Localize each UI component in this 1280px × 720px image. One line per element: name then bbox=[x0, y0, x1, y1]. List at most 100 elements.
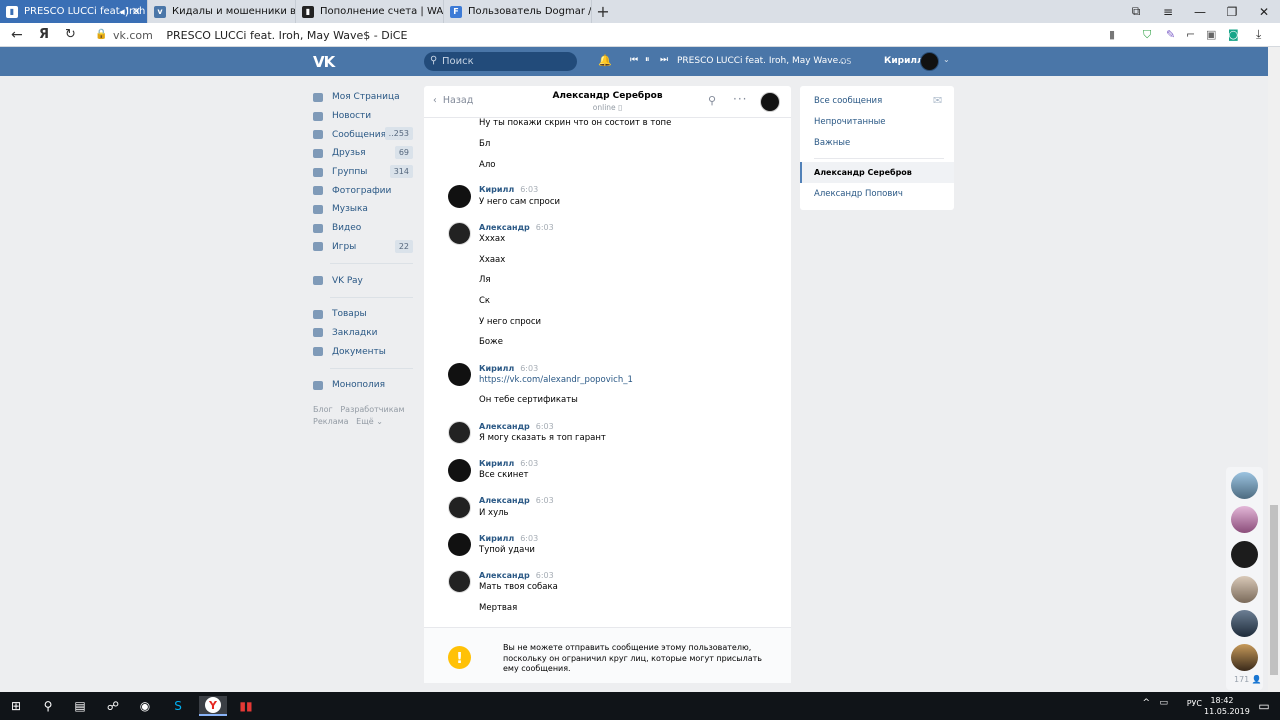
message-link[interactable]: https://vk.com/alexandr_popovich_1 bbox=[479, 375, 633, 385]
music-chart-icon[interactable]: ▮▮ bbox=[232, 696, 260, 716]
yandex-icon[interactable]: Я bbox=[39, 27, 49, 42]
menu-item-groups[interactable]: Группы 314 bbox=[313, 163, 423, 182]
chevron-up-icon[interactable]: ^ bbox=[1142, 698, 1150, 709]
footer-link-ads[interactable]: Реклама bbox=[313, 417, 349, 426]
filter-all-messages[interactable]: Все сообщения bbox=[814, 96, 882, 106]
friend-avatar[interactable] bbox=[1231, 576, 1258, 603]
skype-icon[interactable]: S bbox=[166, 696, 190, 716]
filter-unread[interactable]: Непрочитанные bbox=[814, 117, 886, 127]
footer-link-developers[interactable]: Разработчикам bbox=[340, 405, 404, 414]
reload-icon[interactable]: ↻ bbox=[65, 27, 76, 42]
prev-track-icon[interactable]: ⏮ bbox=[630, 55, 638, 65]
menu-item-music[interactable]: Музыка bbox=[313, 200, 423, 219]
menu-icon[interactable]: ≡ bbox=[1152, 0, 1184, 23]
windows-start-icon[interactable]: ⊞ bbox=[4, 696, 28, 716]
user-name[interactable]: Кирилл bbox=[884, 56, 924, 66]
yandex-browser-icon[interactable]: Y bbox=[199, 696, 227, 716]
menu-item-video[interactable]: Видео bbox=[313, 219, 423, 238]
menu-item-messages[interactable]: Сообщения ..253 bbox=[313, 125, 423, 144]
friend-avatar[interactable] bbox=[1231, 506, 1258, 533]
pause-icon[interactable]: ⏸ bbox=[645, 55, 650, 65]
url-field[interactable]: vk.com PRESCO LUCCi feat. Iroh, May Wave… bbox=[113, 29, 407, 42]
message-author[interactable]: Александр 6:03 bbox=[479, 496, 554, 505]
menu-item-my-page[interactable]: Моя Страница bbox=[313, 88, 423, 107]
task-view-icon[interactable]: ▤ bbox=[68, 696, 92, 716]
avatar[interactable] bbox=[448, 421, 471, 444]
extension-icon[interactable]: ▣ bbox=[1206, 28, 1216, 41]
steam-icon[interactable]: ◉ bbox=[133, 696, 157, 716]
scrollbar-thumb[interactable] bbox=[1270, 505, 1278, 675]
download-icon[interactable]: ⤓ bbox=[1256, 27, 1261, 42]
search-icon[interactable]: ⚲ bbox=[708, 94, 716, 107]
bookmark-icon[interactable]: ▮ bbox=[1109, 28, 1115, 41]
message-author[interactable]: Кирилл 6:03 bbox=[479, 185, 538, 194]
menu-item-bookmarks[interactable]: Закладки bbox=[313, 324, 423, 343]
menu-item-news[interactable]: Новости bbox=[313, 107, 423, 126]
shield-icon[interactable]: ⛉ bbox=[1143, 28, 1151, 42]
browser-tab-3[interactable]: ▮ Пополнение счета | WARF bbox=[296, 0, 444, 23]
extension-icon[interactable]: ⌐ bbox=[1186, 28, 1195, 41]
message-author[interactable]: Александр 6:03 bbox=[479, 571, 554, 580]
close-window-icon[interactable]: ✕ bbox=[1248, 0, 1280, 23]
filter-important[interactable]: Важные bbox=[814, 138, 850, 148]
clock[interactable]: 18:42 11.05.2019 bbox=[1204, 695, 1250, 717]
notification-icon[interactable]: ▭ bbox=[1252, 696, 1276, 716]
vk-logo[interactable]: VK bbox=[313, 53, 335, 71]
message-author[interactable]: Александр 6:03 bbox=[479, 223, 554, 232]
restore-icon[interactable]: ❐ bbox=[1216, 0, 1248, 23]
message-author[interactable]: Александр 6:03 bbox=[479, 422, 554, 431]
menu-item-games[interactable]: Игры 22 bbox=[313, 238, 423, 257]
back-arrow-icon[interactable]: ← bbox=[11, 27, 23, 43]
network-icon[interactable]: ▭ bbox=[1159, 698, 1168, 709]
chevron-down-icon[interactable]: ⌄ bbox=[943, 55, 950, 64]
bell-icon[interactable]: 🔔 bbox=[598, 54, 612, 67]
language-indicator[interactable]: РУС bbox=[1187, 698, 1202, 709]
chat-avatar[interactable] bbox=[760, 92, 780, 112]
new-tab-button[interactable]: + bbox=[592, 0, 614, 23]
browser-tab-1[interactable]: ▮ PRESCO LUCCi feat. Iroh ◂) ✕ bbox=[0, 0, 148, 23]
avatar[interactable] bbox=[448, 533, 471, 556]
avatar[interactable] bbox=[448, 570, 471, 593]
dialog-item-seberov[interactable]: Александр Серебров bbox=[814, 168, 912, 177]
player-track-title[interactable]: PRESCO LUCCi feat. Iroh, May Wave... bbox=[677, 56, 847, 66]
avatar[interactable] bbox=[448, 363, 471, 386]
avatar[interactable] bbox=[448, 222, 471, 245]
footer-link-blog[interactable]: Блог bbox=[313, 405, 333, 414]
browser-tab-4[interactable]: F Пользователь Dogmar / F bbox=[444, 0, 592, 23]
next-track-icon[interactable]: ⏭ bbox=[660, 55, 668, 65]
app-icon[interactable]: ☍ bbox=[101, 696, 125, 716]
menu-item-vk-pay[interactable]: VK Pay bbox=[313, 271, 423, 290]
menu-item-monopoly[interactable]: Монополия bbox=[313, 376, 423, 395]
more-icon[interactable]: ··· bbox=[733, 92, 747, 106]
tabs-overview-icon[interactable]: ⧉ bbox=[1120, 0, 1152, 23]
speaker-icon[interactable]: ◂) bbox=[119, 5, 129, 18]
pen-icon[interactable]: ✎ bbox=[1166, 28, 1175, 41]
message-author[interactable]: Кирилл 6:03 bbox=[479, 534, 538, 543]
menu-item-documents[interactable]: Документы bbox=[313, 342, 423, 361]
menu-item-goods[interactable]: Товары bbox=[313, 305, 423, 324]
friend-avatar[interactable] bbox=[1231, 610, 1258, 637]
menu-item-photos[interactable]: Фотографии bbox=[313, 181, 423, 200]
avatar[interactable] bbox=[920, 52, 939, 71]
friend-avatar[interactable] bbox=[1231, 644, 1258, 671]
minimize-icon[interactable]: — bbox=[1184, 0, 1216, 23]
menu-item-friends[interactable]: Друзья 69 bbox=[313, 144, 423, 163]
friend-avatar[interactable] bbox=[1231, 472, 1258, 499]
message-author[interactable]: Кирилл 6:03 bbox=[479, 459, 538, 468]
avatar[interactable] bbox=[448, 459, 471, 482]
envelope-icon[interactable]: ✉ bbox=[933, 94, 942, 107]
message-author[interactable]: Кирилл 6:03 bbox=[479, 364, 538, 373]
lock-icon[interactable]: 🔒 bbox=[95, 29, 107, 40]
search-icon[interactable]: ⚲ bbox=[36, 696, 60, 716]
friend-avatar[interactable] bbox=[1231, 541, 1258, 568]
friends-online-count[interactable]: 171 👤 bbox=[1234, 675, 1262, 684]
dialog-item-popovich[interactable]: Александр Попович bbox=[814, 189, 903, 199]
close-icon[interactable]: ✕ bbox=[132, 5, 141, 18]
avatar[interactable] bbox=[448, 496, 471, 519]
browser-tab-2[interactable]: v Кидалы и мошенники в vk bbox=[148, 0, 296, 23]
avatar[interactable] bbox=[448, 185, 471, 208]
search-input[interactable]: ⚲ Поиск bbox=[424, 52, 577, 71]
scrollbar[interactable] bbox=[1268, 47, 1280, 692]
extension-icon[interactable]: ◙ bbox=[1228, 28, 1239, 41]
footer-link-more[interactable]: Ещё bbox=[356, 417, 374, 426]
